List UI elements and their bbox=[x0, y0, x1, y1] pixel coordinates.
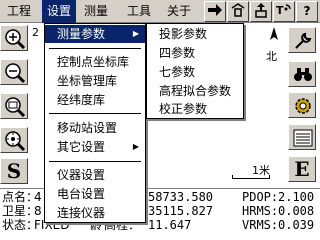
vrms-value: 0.039 bbox=[278, 218, 315, 232]
hrms-value: 0.008 bbox=[278, 204, 315, 218]
vrms-label: VRMS: bbox=[242, 218, 279, 232]
settings-dropdown-menu: 测量参数 ▶ 控制点坐标库 坐标管理库 经纬度库 移动站设置 其它设置 ▶ 仪器… bbox=[44, 23, 146, 223]
zoom-window-icon[interactable] bbox=[0, 93, 28, 119]
export-icon[interactable] bbox=[250, 1, 272, 22]
menu-separator bbox=[49, 161, 141, 162]
submenu-arrow-icon: ▶ bbox=[132, 29, 139, 38]
pdop-value: 2.100 bbox=[278, 190, 315, 204]
antenna-icon[interactable] bbox=[227, 1, 249, 22]
menu-project[interactable]: 工程 bbox=[2, 0, 36, 23]
submenu-item-height-fitting[interactable]: 高程拟合参数 bbox=[147, 82, 243, 100]
menu-item-measure-params[interactable]: 测量参数 ▶ bbox=[45, 25, 145, 43]
menu-settings[interactable]: 设置 bbox=[42, 0, 76, 23]
menu-item-instrument-settings[interactable]: 仪器设置 bbox=[45, 166, 145, 184]
satellite-label: 卫星： bbox=[2, 204, 39, 218]
menu-item-control-point-library[interactable]: 控制点坐标库 bbox=[45, 53, 145, 71]
e-button[interactable]: E bbox=[288, 156, 316, 182]
submenu-item-four-params[interactable]: 四参数 bbox=[147, 44, 243, 62]
zoom-in-icon[interactable] bbox=[0, 25, 28, 51]
zoom-extent-icon[interactable] bbox=[0, 127, 28, 153]
zoom-out-icon[interactable] bbox=[0, 59, 28, 85]
menu-item-connect-instrument[interactable]: 连接仪器 bbox=[45, 204, 145, 222]
settings-gear-icon[interactable] bbox=[288, 92, 316, 118]
svg-text:T: T bbox=[276, 4, 284, 17]
menu-item-other-settings[interactable]: 其它设置 ▶ bbox=[45, 138, 145, 156]
help-icon[interactable]: ? bbox=[296, 1, 318, 22]
menu-bar: 工程 设置 测量 工具 关于 T ? bbox=[0, 0, 320, 23]
point-name-label: 点名： bbox=[2, 190, 39, 204]
menu-item-radio-settings[interactable]: 电台设置 bbox=[45, 185, 145, 203]
menu-item-label: 测量参数 bbox=[57, 27, 106, 41]
menu-item-rover-settings[interactable]: 移动站设置 bbox=[45, 119, 145, 137]
wrench-icon[interactable] bbox=[288, 27, 316, 53]
north-label: 北 bbox=[266, 50, 277, 63]
submenu-item-calibration[interactable]: 校正参数 bbox=[147, 100, 243, 118]
arrow-right-icon[interactable] bbox=[204, 1, 226, 22]
menu-item-label: 其它设置 bbox=[57, 140, 106, 154]
binoculars-icon[interactable] bbox=[288, 61, 316, 87]
menu-measure[interactable]: 测量 bbox=[79, 0, 113, 23]
y-coordinate-value: 35115.827 bbox=[148, 204, 214, 218]
menu-item-latlon-library[interactable]: 经纬度库 bbox=[45, 91, 145, 109]
menu-about[interactable]: 关于 bbox=[162, 0, 196, 23]
north-arrow-icon bbox=[264, 26, 284, 46]
x-coordinate-value: 58733.580 bbox=[148, 190, 214, 204]
hrms-label: HRMS: bbox=[242, 204, 279, 218]
list-icon[interactable] bbox=[288, 124, 316, 150]
measure-params-submenu: 投影参数 四参数 七参数 高程拟合参数 校正参数 bbox=[146, 23, 244, 119]
scale-bar bbox=[232, 175, 270, 179]
menu-separator bbox=[49, 113, 141, 114]
map-label-fragment: 2 bbox=[32, 26, 39, 39]
submenu-item-projection[interactable]: 投影参数 bbox=[147, 25, 243, 43]
pdop-label: PDOP: bbox=[242, 190, 279, 204]
submenu-arrow-icon: ▶ bbox=[132, 142, 139, 151]
point-name-value: 4 bbox=[34, 190, 42, 204]
menu-separator bbox=[49, 48, 141, 49]
menu-item-coordinate-library[interactable]: 坐标管理库 bbox=[45, 72, 145, 90]
state-label: 状态： bbox=[2, 218, 39, 232]
elevation-value: 11.647 bbox=[148, 218, 192, 232]
satellite-value: 8 bbox=[34, 204, 42, 218]
gps-icon[interactable]: T bbox=[273, 1, 295, 22]
submenu-item-seven-params[interactable]: 七参数 bbox=[147, 63, 243, 81]
s-button[interactable]: S bbox=[0, 158, 28, 184]
menu-tools[interactable]: 工具 bbox=[122, 0, 156, 23]
